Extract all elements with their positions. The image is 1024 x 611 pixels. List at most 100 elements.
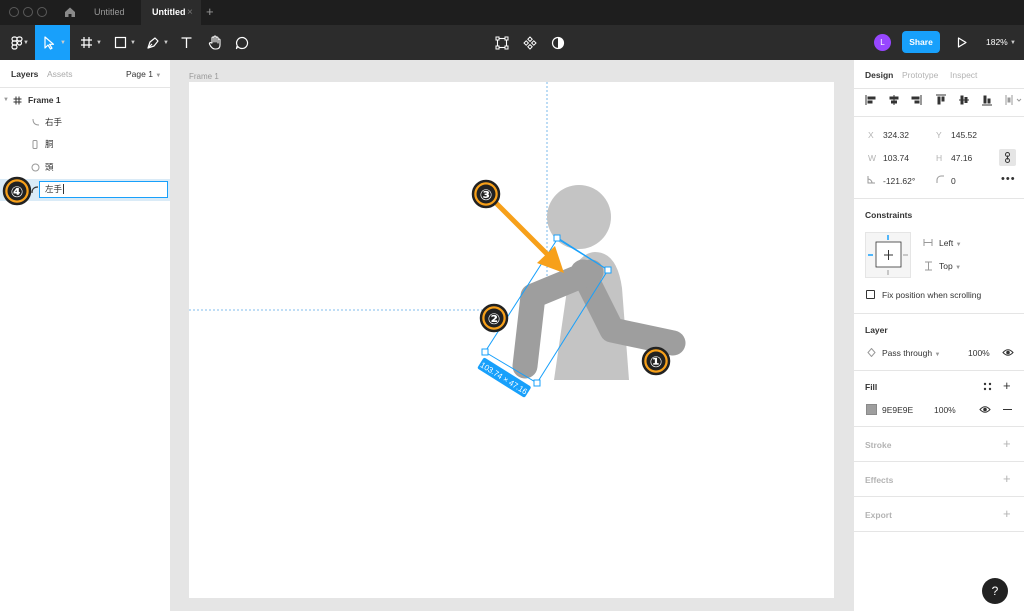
w-input[interactable]: 103.74 [883, 153, 909, 163]
chevron-down-icon: ▼ [60, 40, 66, 46]
component-icon [523, 35, 537, 50]
layer-opacity-input[interactable]: 100% [968, 348, 990, 358]
corner-radius-input[interactable]: 0 [951, 176, 956, 186]
home-icon[interactable] [64, 6, 76, 20]
svg-text:③: ③ [480, 186, 493, 204]
page-name: Page 1 [126, 69, 153, 79]
create-component-button[interactable] [520, 25, 540, 60]
align-horizontal-center-icon [889, 95, 899, 105]
eye-icon[interactable] [1002, 348, 1014, 359]
add-effect-icon[interactable]: + [1003, 472, 1011, 485]
svg-text:②: ② [488, 310, 501, 328]
vector-icon [32, 111, 40, 135]
divider [854, 461, 1024, 462]
constraint-v-value: Top [939, 261, 953, 271]
rectangle-icon [114, 36, 127, 49]
layer-rename-input[interactable]: 左手 [39, 181, 168, 198]
canvas-artwork[interactable]: 103.74 × 47.16 ③ ② ① [171, 60, 853, 611]
tab-assets[interactable]: Assets [47, 60, 73, 88]
tab-prototype[interactable]: Prototype [902, 70, 938, 80]
chevron-down-icon: ▼ [23, 40, 29, 46]
fill-hex-input[interactable]: 9E9E9E [882, 405, 913, 415]
move-icon [43, 35, 55, 50]
tab-inspect[interactable]: Inspect [950, 70, 977, 80]
rotation-input[interactable]: -121.62° [883, 176, 915, 186]
share-button[interactable]: Share [902, 31, 940, 53]
help-button[interactable]: ? [982, 578, 1008, 604]
vertical-constraint-select[interactable]: Top ▼ [939, 261, 961, 271]
layer-row-head[interactable]: 頭 [0, 156, 170, 178]
left-panel-tabs: Layers Assets Page 1 ▼ [0, 60, 170, 88]
hand-icon [208, 35, 222, 50]
shape-tool-button[interactable] [110, 25, 130, 60]
add-stroke-icon[interactable]: + [1003, 437, 1011, 450]
hand-tool-button[interactable] [205, 25, 225, 60]
layer-row-torso[interactable]: 胴 [0, 133, 170, 155]
window-zoom-button[interactable] [37, 7, 47, 17]
layer-name: 頭 [45, 162, 54, 172]
tab-design[interactable]: Design [865, 70, 893, 80]
eye-icon[interactable] [979, 405, 991, 416]
layer-row-right-hand[interactable]: 右手 [0, 111, 170, 133]
tab-close-icon[interactable]: × [187, 0, 193, 25]
corner-radius-icon [936, 175, 945, 186]
text-tool-button[interactable] [176, 25, 196, 60]
constraints-widget[interactable] [865, 232, 911, 278]
chevron-down-icon: ▼ [1010, 40, 1016, 46]
more-options-icon[interactable]: ••• [1001, 173, 1016, 185]
layer-name: 胴 [45, 139, 54, 149]
edit-object-button[interactable] [492, 25, 512, 60]
constrain-proportions-button[interactable] [999, 149, 1016, 166]
fix-scroll-checkbox[interactable] [866, 290, 875, 299]
horizontal-constraint-select[interactable]: Left ▼ [939, 238, 962, 248]
h-input[interactable]: 47.16 [951, 153, 972, 163]
pen-tool-button[interactable] [143, 25, 163, 60]
tab-layers[interactable]: Layers [11, 60, 38, 88]
figma-menu-icon [11, 35, 23, 50]
svg-text:①: ① [650, 353, 663, 371]
mask-icon [551, 36, 565, 50]
fill-opacity-input[interactable]: 100% [934, 405, 956, 415]
effects-title: Effects [865, 475, 894, 485]
divider [854, 426, 1024, 427]
fill-color-swatch[interactable] [866, 404, 877, 415]
window-minimize-button[interactable] [23, 7, 33, 17]
canvas[interactable]: Frame 1 103.74 × 47.16 ③ ② ① [171, 60, 853, 611]
tab-untitled-1[interactable]: Untitled [82, 0, 140, 25]
chevron-down-icon[interactable]: ▼ [3, 89, 9, 111]
present-play-icon[interactable] [957, 37, 967, 50]
link-icon [999, 152, 1016, 168]
divider [854, 370, 1024, 371]
layer-row-frame[interactable]: ▼ Frame 1 [0, 89, 170, 111]
resize-handle[interactable] [604, 266, 612, 274]
add-tab-icon[interactable]: + [206, 0, 214, 25]
resize-handle[interactable] [533, 379, 541, 387]
page-selector[interactable]: Page 1 ▼ [126, 60, 161, 88]
fill-styles-icon[interactable] [983, 382, 992, 393]
add-fill-icon[interactable]: + [1003, 379, 1011, 392]
resize-handle[interactable] [553, 234, 561, 242]
x-input[interactable]: 324.32 [883, 130, 909, 140]
user-avatar[interactable]: L [874, 34, 891, 51]
add-export-icon[interactable]: + [1003, 507, 1011, 520]
align-top-icon [936, 94, 946, 105]
frame-tool-button[interactable] [76, 25, 96, 60]
text-icon [180, 36, 193, 49]
edit-object-icon [495, 36, 509, 50]
divider [854, 198, 1024, 199]
y-input[interactable]: 145.52 [951, 130, 977, 140]
chevron-down-icon: ▼ [955, 265, 962, 271]
blend-mode-select[interactable]: Pass through ▼ [882, 348, 940, 358]
align-bottom-icon [982, 95, 992, 106]
chevron-down-icon: ▼ [163, 40, 169, 46]
zoom-level-dropdown[interactable]: 182% [986, 25, 1008, 60]
resize-handle[interactable] [481, 348, 489, 356]
export-title: Export [865, 510, 892, 520]
remove-fill-icon[interactable] [1003, 409, 1012, 410]
comment-tool-button[interactable] [232, 25, 252, 60]
svg-text:④: ④ [11, 183, 24, 201]
window-close-button[interactable] [9, 7, 19, 17]
divider [854, 313, 1024, 314]
mask-button[interactable] [548, 25, 568, 60]
fill-title: Fill [865, 382, 878, 392]
